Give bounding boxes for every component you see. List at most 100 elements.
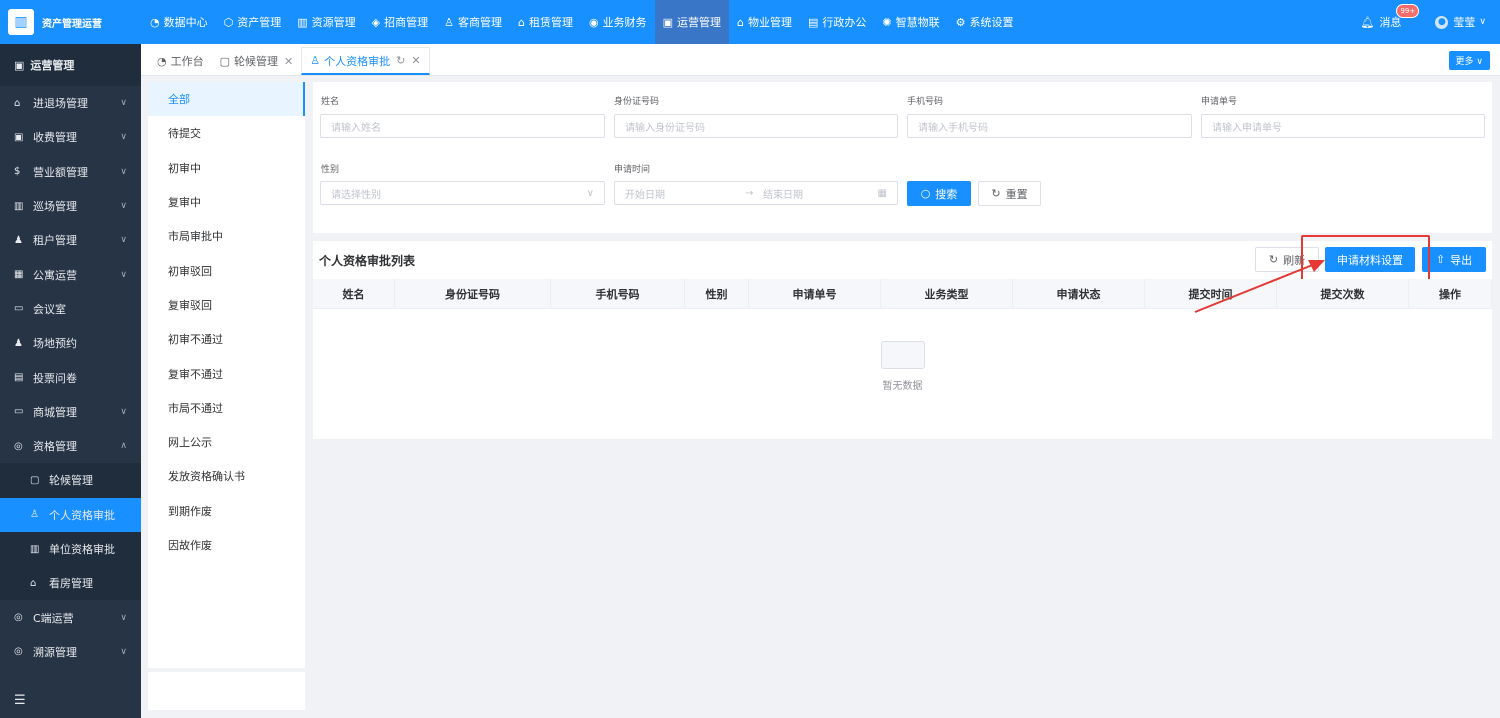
phone-input[interactable]: 请输入手机号码 [907,114,1192,138]
search-icon: ○ [920,187,931,200]
application-no-label: 申请单号 [1201,97,1238,107]
name-input[interactable]: 请输入姓名 [320,114,605,138]
sidebar-item[interactable]: ▭ 会议室 [0,292,141,326]
menu-icon: ▭ [14,303,24,315]
bell-icon: 🔔︎ [1360,15,1375,29]
gender-select[interactable]: 请选择性别 ∨ [320,181,605,205]
search-button[interactable]: ○ 搜索 [907,181,971,206]
user-menu[interactable]: ● 莹莹 ∨ [1435,14,1486,30]
status-item[interactable]: 复审驳回 [148,288,305,322]
id-number-input[interactable]: 请输入身份证号码 [614,114,898,138]
close-icon[interactable]: ✕ [411,54,420,67]
phone-label: 手机号码 [907,97,944,107]
tab-item[interactable]: ♙ 个人资格审批 ↻ ✕ [301,47,430,75]
application-no-input[interactable]: 请输入申请单号 [1201,114,1485,138]
topnav-item[interactable]: ♙ 客商管理 [436,0,510,44]
status-item[interactable]: 市局不通过 [148,391,305,425]
sidebar-subitem[interactable]: ⌂ 看房管理 [0,566,141,601]
tab-item[interactable]: ◔ 工作台 [149,47,212,75]
status-item[interactable]: 复审不通过 [148,356,305,390]
status-item[interactable]: 初审中 [148,151,305,185]
topnav-item[interactable]: ▣ 运营管理 [654,0,729,44]
sidebar-item[interactable]: ◎ 资格管理 ∧ [0,429,141,463]
table-column-header: 手机号码 [551,279,685,308]
status-item[interactable]: 市局审批中 [148,219,305,253]
menu-icon: ▭ [14,406,24,418]
cube-icon: ⬡ [223,15,234,29]
status-item[interactable]: 网上公示 [148,425,305,459]
topnav-label: 行政办公 [822,16,867,29]
topnav-label: 运营管理 [676,16,721,29]
table-column-header: 申请单号 [749,279,881,308]
sidebar-item[interactable]: ♟ 场地预约 [0,326,141,360]
sidebar-item[interactable]: ♟ 租户管理 ∨ [0,223,141,257]
topnav-label: 资源管理 [311,16,356,29]
topnav-item[interactable]: ◔ 数据中心 [142,0,216,44]
sidebar-item[interactable]: ▦ 公寓运营 ∨ [0,257,141,291]
collapse-menu-icon[interactable]: ☰ [14,693,26,708]
status-item[interactable]: 全部 [148,82,305,117]
sidebar-item[interactable]: ▣ 收费管理 ∨ [0,120,141,154]
sidebar-item[interactable]: ▤ 投票问卷 [0,360,141,394]
reset-button[interactable]: ↻ 重置 [978,181,1041,206]
sidebar-item[interactable]: ◎ 溯源管理 ∨ [0,635,141,669]
topnav-item[interactable]: ⌂ 物业管理 [729,0,800,44]
sidebar-item[interactable]: $ 营业额管理 ∨ [0,155,141,189]
sidebar-item-label: 资格管理 [33,440,77,454]
sidebar-item[interactable]: ◎ C端运营 ∨ [0,600,141,634]
building-icon: ▥ [8,9,34,35]
iot-icon: ✺ [882,15,892,29]
export-button[interactable]: ⇧ 导出 [1422,247,1486,272]
refresh-icon[interactable]: ↻ [396,54,405,67]
topnav-item[interactable]: ✺ 智慧物联 [874,0,947,44]
menu-icon: ▥ [14,200,24,212]
messages-button[interactable]: 🔔︎ 消息 99+ [1360,4,1420,30]
chevron-icon: ∧ [120,441,127,452]
date-range-picker[interactable]: 开始日期 → 结束日期 ▦ [614,181,898,205]
topnav-item[interactable]: ⬡ 资产管理 [216,0,290,44]
topnav-item[interactable]: ◉ 业务财务 [581,0,655,44]
status-item[interactable]: 初审不通过 [148,322,305,356]
topnav-item[interactable]: ▤ 行政办公 [800,0,874,44]
app-logo[interactable]: ▥ 资产管理运营 [0,0,142,44]
topnav-item[interactable]: ▥ 资源管理 [289,0,363,44]
menu-icon: ⌂ [14,97,21,109]
menu-icon: ◎ [14,612,23,624]
topnav-item[interactable]: ⌂ 租赁管理 [510,0,581,44]
topnav-item[interactable]: ⚙ 系统设置 [948,0,1022,44]
status-item[interactable]: 因故作废 [148,528,305,562]
close-icon[interactable]: ✕ [284,55,293,68]
sidebar-item[interactable]: ▥ 巡场管理 ∨ [0,189,141,223]
empty-state: 暂无数据 [313,341,1492,392]
topnav-label: 资产管理 [237,16,282,29]
sidebar-subitem[interactable]: ♙ 个人资格审批 [0,497,141,532]
topnav-item[interactable]: ◈ 招商管理 [364,0,436,44]
sidebar-subitem[interactable]: ▥ 单位资格审批 [0,531,141,567]
table-column-header: 业务类型 [881,279,1013,308]
menu-icon: ▣ [14,131,24,143]
sidebar-item-label: 巡场管理 [33,200,77,214]
chevron-icon: ∨ [120,406,127,417]
search-form: 姓名 请输入姓名 身份证号码 请输入身份证号码 手机号码 请输入手机号码 申请单… [313,82,1492,233]
table-column-header: 身份证号码 [395,279,551,308]
table-column-header: 操作 [1409,279,1492,308]
table-header: 姓名 身份证号码 手机号码 性别 申请单号 业务类型 申请状态 提交时间 提交次数 操作 [313,279,1492,309]
sidebar-item[interactable]: ⌂ 进退场管理 ∨ [0,86,141,120]
status-item[interactable]: 复审中 [148,185,305,219]
app-title: 资产管理运营 [42,18,102,30]
sidebar-subitem[interactable]: ▢ 轮候管理 [0,463,141,498]
sidebar-item[interactable]: ▭ 商城管理 ∨ [0,395,141,429]
coin-icon: ◉ [588,15,599,29]
top-nav-menu: ◔ 数据中心 ⬡ 资产管理 ▥ 资源管理 ◈ 招商管理 ♙ 客商管理 ⌂ 租赁管理 ◉ 业务财务 ▣ 运营管理… [142,0,1021,44]
status-item[interactable]: 发放资格确认书 [148,459,305,493]
chart-icon: ▣ [662,15,673,29]
table-column-header: 申请状态 [1013,279,1145,308]
table-card: 个人资格审批列表 ↻ 刷新 申请材料设置 ⇧ 导出 姓名 身份证号码 手机号码 性别申… [313,235,1492,439]
menu-icon: ▦ [14,269,24,281]
status-item[interactable]: 待提交 [148,116,305,150]
tab-item[interactable]: ▢ 轮候管理 ✕ [212,47,302,75]
topnav-label: 系统设置 [969,16,1014,29]
more-tabs-button[interactable]: 更多 ∨ [1448,51,1490,70]
status-item[interactable]: 初审驳回 [148,253,305,287]
status-item[interactable]: 到期作废 [148,494,305,528]
